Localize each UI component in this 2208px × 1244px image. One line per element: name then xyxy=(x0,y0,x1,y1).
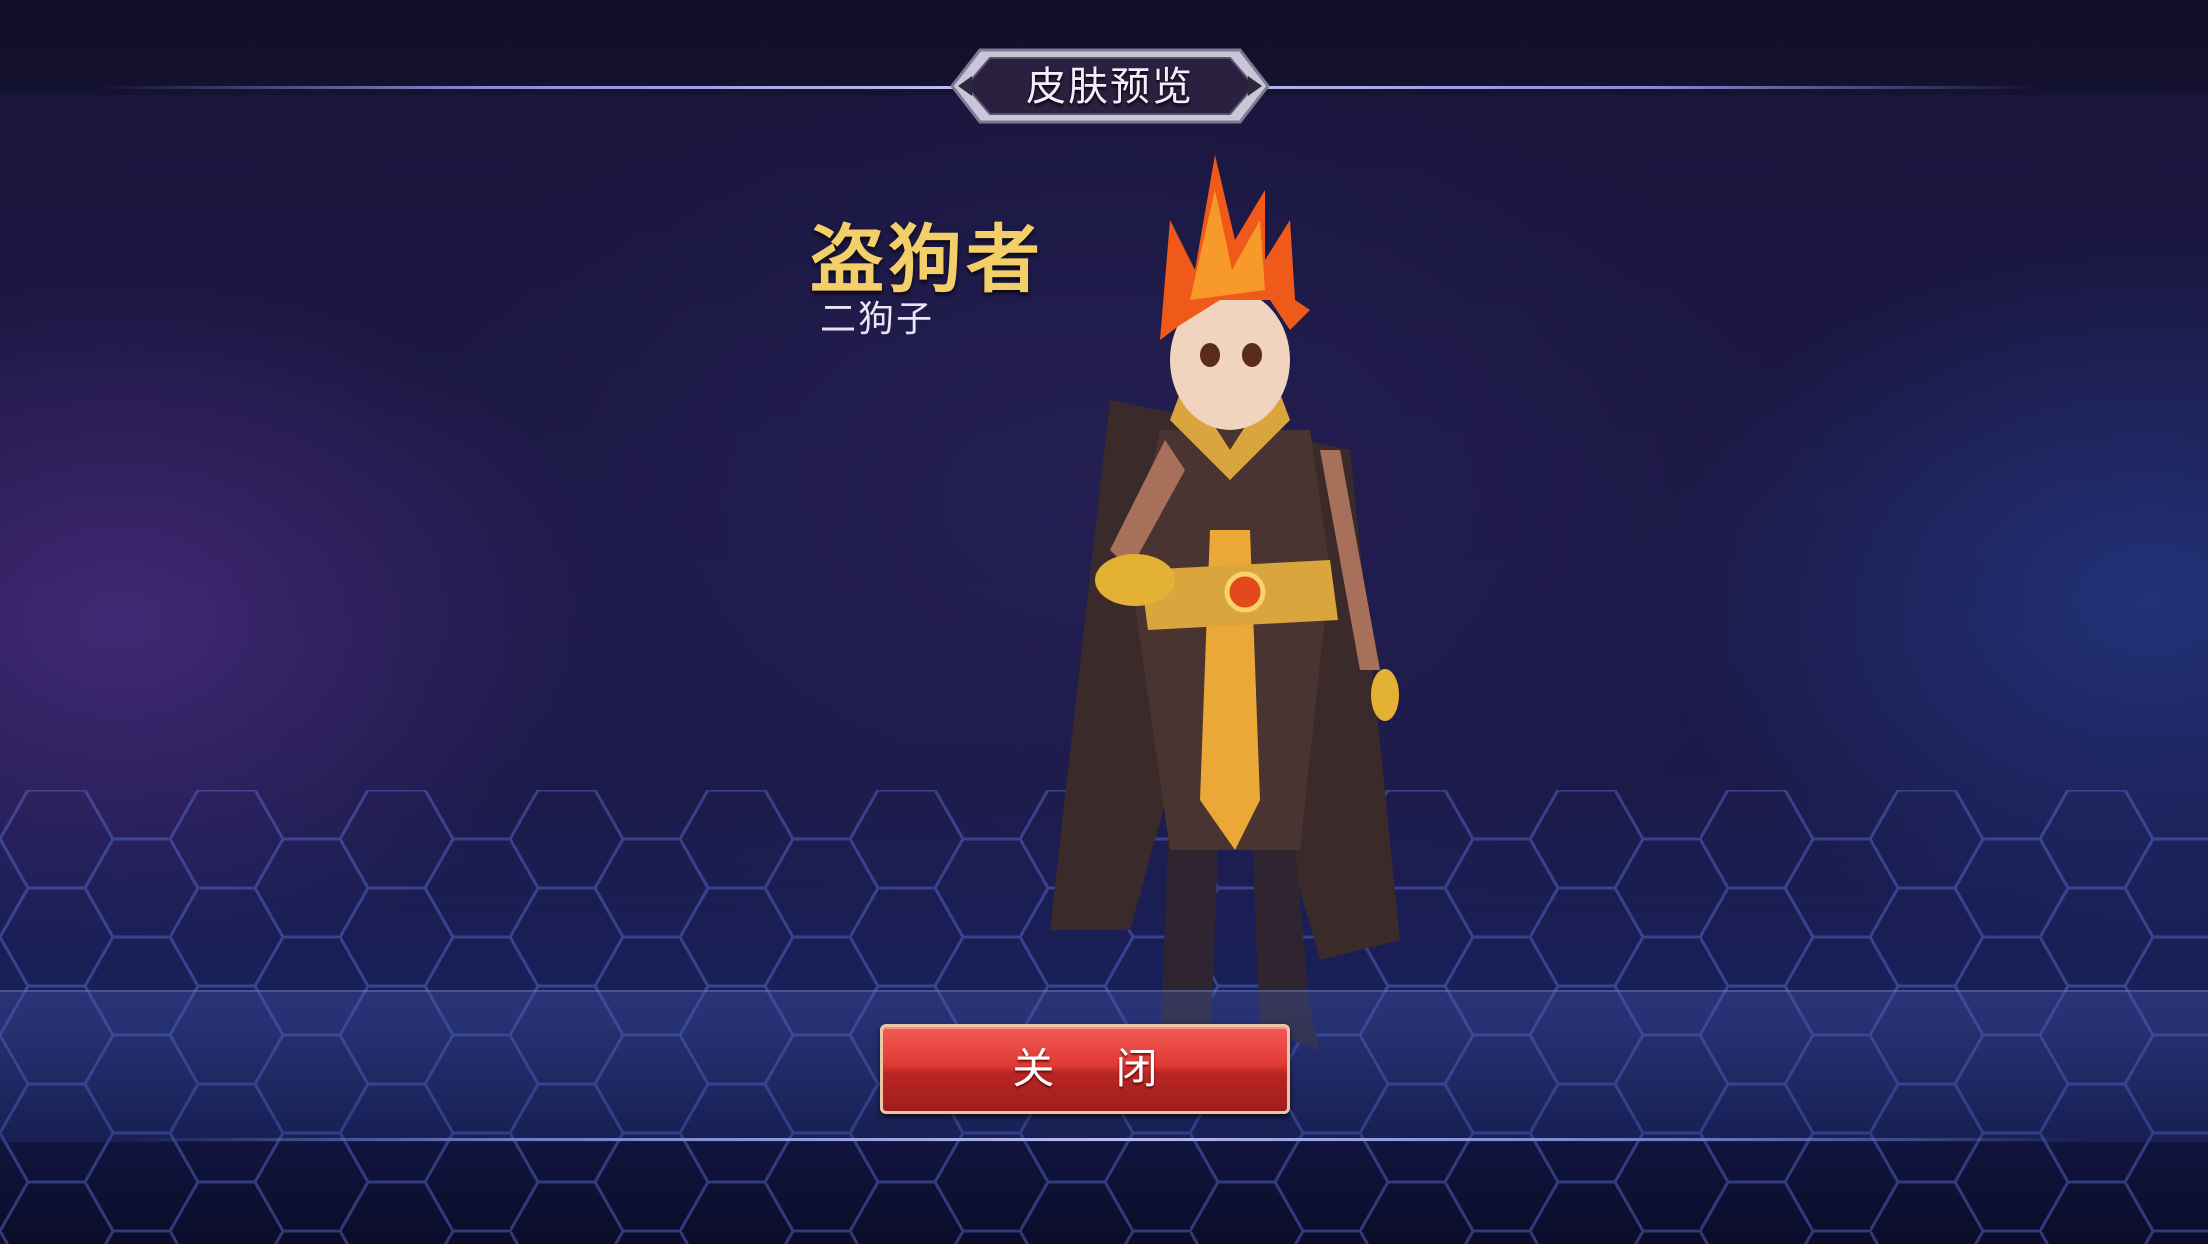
hero-name: 二狗子 xyxy=(820,299,935,340)
close-button[interactable]: 关 闭 xyxy=(880,1024,1290,1114)
page-title: 皮肤预览 xyxy=(1026,64,1194,110)
bottom-divider xyxy=(120,1138,2088,1141)
